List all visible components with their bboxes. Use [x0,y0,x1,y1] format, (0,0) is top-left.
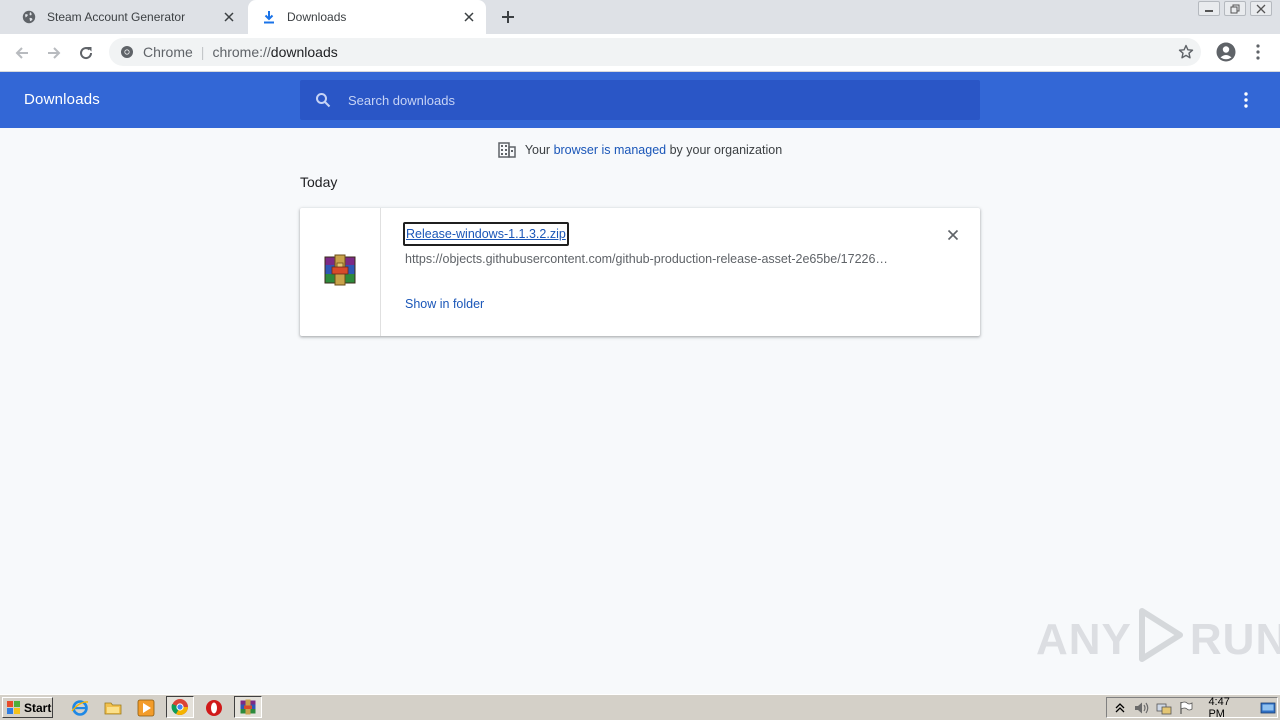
more-actions-icon[interactable] [1236,90,1256,110]
bookmark-star-icon[interactable] [1177,43,1195,61]
volume-icon[interactable] [1133,700,1151,716]
search-icon[interactable] [313,90,333,110]
download-icon [261,9,277,25]
media-player-icon[interactable] [136,698,156,718]
winrar-taskbar-icon[interactable] [234,696,262,718]
profile-avatar-icon[interactable] [1214,40,1238,64]
downloads-header: Downloads [0,72,1280,128]
managed-prefix: Your [524,143,554,157]
start-button[interactable]: Start [2,697,53,718]
building-icon [498,141,516,159]
new-tab-button[interactable] [498,7,518,27]
anyrun-watermark: ANY RUN [1036,607,1280,674]
search-input[interactable] [346,91,980,109]
search-box[interactable] [300,80,980,120]
chrome-icon [119,44,135,60]
tab-downloads[interactable]: Downloads [248,0,486,34]
window-controls [1198,1,1272,17]
globe-icon [21,9,37,25]
separator: | [200,44,205,60]
action-center-flag-icon[interactable] [1177,700,1195,716]
tab-steam-account-generator[interactable]: Steam Account Generator [8,0,246,34]
download-filename-link[interactable]: Release-windows-1.1.3.2.zip [403,222,569,246]
managed-suffix: by your organization [666,143,783,157]
file-icon-column [300,208,381,336]
system-clock[interactable]: 4:47 PM [1208,696,1249,720]
back-button[interactable] [10,41,34,65]
download-item: Release-windows-1.1.3.2.zip https://obje… [300,208,980,336]
date-section-label: Today [300,174,338,190]
show-in-folder-link[interactable]: Show in folder [405,297,484,311]
windows-taskbar: Start 4:47 PM [0,694,1280,720]
page-title: Downloads [24,91,101,108]
tab-title: Steam Account Generator [47,10,186,24]
close-tab-icon[interactable] [461,9,477,25]
close-tab-icon[interactable] [221,9,237,25]
start-label: Start [24,700,52,715]
watermark-left: ANY [1036,615,1132,664]
system-tray: 4:47 PM [1106,696,1278,720]
forward-button[interactable] [42,41,66,65]
chrome-menu-icon[interactable] [1248,40,1268,64]
remove-download-icon[interactable] [943,225,963,245]
site-label: Chrome [143,44,193,60]
show-desktop-icon[interactable] [1259,700,1277,716]
minimize-button[interactable] [1198,1,1220,16]
chrome-taskbar-icon[interactable] [166,696,194,718]
internet-explorer-icon[interactable] [70,698,90,718]
browser-toolbar: Chrome | chrome://downloads [0,34,1280,72]
tab-strip: Steam Account Generator Downloads [0,0,1280,34]
tab-title: Downloads [287,10,347,24]
watermark-right: RUN [1189,615,1280,664]
managed-link[interactable]: browser is managed [554,143,667,157]
download-source-url[interactable]: https://objects.githubusercontent.com/gi… [405,252,905,266]
url-host: downloads [270,44,338,60]
managed-notice: Your browser is managed by your organiza… [0,140,1280,160]
reload-button[interactable] [74,41,98,65]
close-window-button[interactable] [1250,1,1272,16]
play-logo-icon [1138,607,1184,674]
show-hidden-icons-icon[interactable] [1111,700,1129,716]
winrar-archive-icon [323,254,357,291]
address-bar[interactable]: Chrome | chrome://downloads [109,38,1201,66]
restore-button[interactable] [1224,1,1246,16]
file-explorer-icon[interactable] [103,698,123,718]
network-icon[interactable] [1155,700,1173,716]
url-scheme: chrome:// [212,44,271,60]
windows-logo-icon [6,700,22,716]
opera-icon[interactable] [204,698,224,718]
